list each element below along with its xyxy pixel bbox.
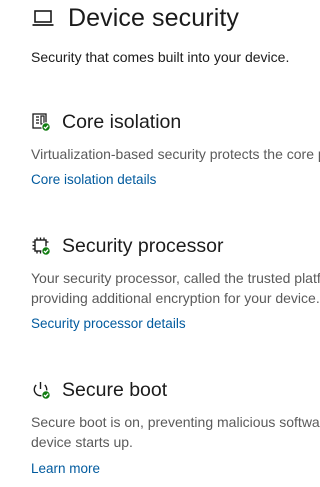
description-line: device starts up. <box>31 434 133 450</box>
section-header: Core isolation <box>31 109 320 135</box>
page-subtitle: Security that comes built into your devi… <box>31 49 290 65</box>
security-processor-details-link[interactable]: Security processor details <box>31 316 186 331</box>
section-title: Secure boot <box>62 378 168 401</box>
core-isolation-details-link[interactable]: Core isolation details <box>31 172 156 187</box>
section-security-processor: Security processor Your security process… <box>31 233 320 333</box>
section-description: Virtualization-based security protects t… <box>31 146 320 162</box>
description-line: Secure boot is on, preventing malicious … <box>31 414 320 430</box>
core-isolation-icon <box>31 112 51 132</box>
section-header: Security processor <box>31 233 320 259</box>
section-description: Your security processor, called the trus… <box>31 268 320 308</box>
laptop-icon <box>31 6 55 30</box>
page-header: Device security <box>31 2 239 34</box>
power-icon <box>31 380 51 400</box>
section-description: Secure boot is on, preventing malicious … <box>31 412 320 452</box>
section-secure-boot: Secure boot Secure boot is on, preventin… <box>31 377 320 478</box>
description-line: Your security processor, called the trus… <box>31 270 320 286</box>
device-security-page: Device security Security that comes buil… <box>0 0 320 487</box>
learn-more-link[interactable]: Learn more <box>31 461 100 476</box>
section-header: Secure boot <box>31 377 320 403</box>
section-core-isolation: Core isolation Virtualization-based secu… <box>31 109 320 189</box>
page-title: Device security <box>68 3 239 32</box>
chip-icon <box>31 236 51 256</box>
section-title: Security processor <box>62 234 224 257</box>
description-line: providing additional encryption for your… <box>31 290 320 306</box>
section-title: Core isolation <box>62 110 182 133</box>
